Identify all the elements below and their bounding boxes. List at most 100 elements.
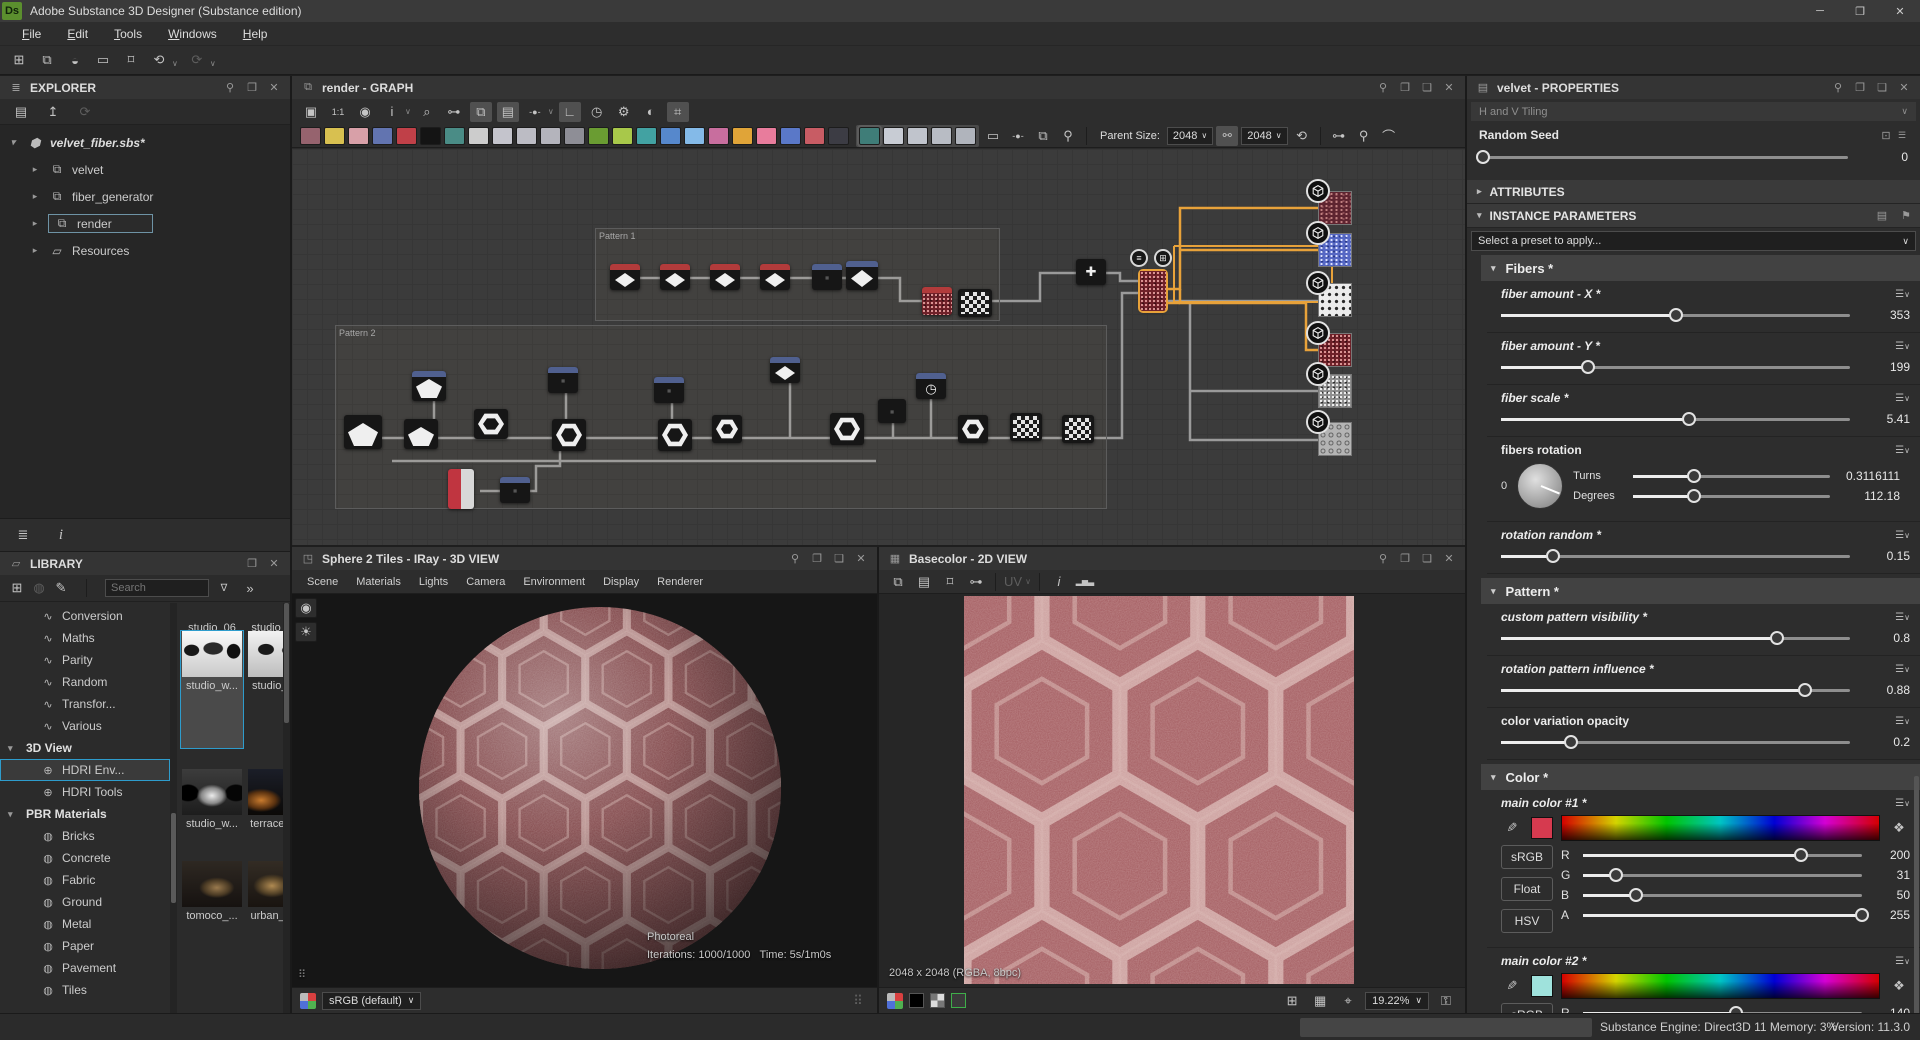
copy-icon[interactable]: ⧉ (887, 572, 909, 592)
dot-node-icon[interactable]: -●- (1007, 126, 1029, 146)
rotation-dial[interactable] (1517, 463, 1563, 509)
subgraph-icon[interactable]: ⧉ (1032, 126, 1054, 146)
reset-size-icon[interactable]: ⟲ (1291, 126, 1313, 146)
color-swatch[interactable] (1531, 975, 1553, 997)
graph-node-redbar[interactable] (448, 469, 474, 509)
export-icon[interactable]: ⌑ (939, 572, 961, 592)
atomic-node-button-7[interactable] (468, 127, 489, 145)
graph-node-clock[interactable]: ◷ (916, 373, 946, 399)
slider-knob[interactable] (1682, 412, 1696, 426)
eyedropper-icon[interactable]: ✎ (1501, 976, 1523, 996)
wire[interactable] (1162, 208, 1318, 289)
mode-button-srgb[interactable]: sRGB (1501, 845, 1553, 869)
library-category-Ground[interactable]: ◍Ground (0, 891, 170, 913)
library-category-Parity[interactable]: ∿Parity (0, 649, 170, 671)
view3d-menu-materials[interactable]: Materials (349, 574, 408, 590)
elbow-wire-icon[interactable]: ∟ (559, 102, 581, 122)
library-item[interactable]: studio_w... (181, 631, 243, 748)
histogram-icon[interactable]: ▂▅▃ (1074, 572, 1096, 592)
open-folder-icon[interactable]: ▭ (92, 50, 114, 70)
pin-icon[interactable]: ⚲ (1375, 552, 1391, 565)
atomic-node-button-17[interactable] (708, 127, 729, 145)
info-icon[interactable]: i (1048, 572, 1070, 592)
node-grid-toggle[interactable]: ⊞ (1154, 249, 1172, 267)
parameter-slider[interactable] (1501, 637, 1850, 640)
link-size-icon[interactable]: ⚯ (1216, 126, 1238, 146)
wire[interactable] (1190, 301, 1318, 440)
export-package-icon[interactable]: ↥ (42, 102, 64, 122)
dock-icon[interactable]: ❐ (1852, 81, 1868, 94)
preset-flag-icon[interactable]: ⚑ (1898, 209, 1914, 222)
dock-icon[interactable]: ❐ (1397, 552, 1413, 565)
graph-node-checker[interactable] (1010, 413, 1042, 441)
resize-grip-icon[interactable]: ⠿ (847, 991, 869, 1011)
library-category-Tiles[interactable]: ◍Tiles (0, 979, 170, 1001)
library-category-Maths[interactable]: ∿Maths (0, 627, 170, 649)
chevron-icon[interactable]: ▾ (6, 137, 20, 148)
center-icon[interactable]: ⌖ (1337, 991, 1359, 1011)
output-node-1[interactable] (1318, 233, 1352, 267)
dice-icon[interactable]: ⊡ (1878, 129, 1894, 142)
pin-icon[interactable]: ⚲ (1375, 81, 1391, 94)
mode-button-float[interactable]: Float (1501, 877, 1553, 901)
material-preview-icon[interactable]: ◐ (640, 102, 662, 122)
pin-icon[interactable]: ⚲ (1830, 81, 1846, 94)
library-category-Bricks[interactable]: ◍Bricks (0, 825, 170, 847)
slider-knob[interactable] (1669, 308, 1683, 322)
atomic-node-button-4[interactable] (396, 127, 417, 145)
slider-knob[interactable] (1629, 888, 1643, 902)
library-category-3DView[interactable]: ▾3D View (0, 737, 170, 759)
slider-knob[interactable] (1794, 848, 1808, 862)
graph-node-diamond[interactable] (770, 357, 800, 383)
graph-node-hexring[interactable] (658, 419, 692, 451)
atomic-node-button-9[interactable] (516, 127, 537, 145)
graph-node-hexring[interactable] (552, 419, 586, 451)
tree-item-velvetfibersbs[interactable]: ▾⬢velvet_fiber.sbs* (6, 129, 290, 156)
dock-icon[interactable]: ❐ (1397, 81, 1413, 94)
library-category-HDRITools[interactable]: ⊕HDRI Tools (0, 781, 170, 803)
atomic-node-button-14[interactable] (636, 127, 657, 145)
outline-tree-icon[interactable]: ≣ (12, 525, 34, 545)
view2d-canvas[interactable]: 2048 x 2048 (RGBA, 8bpc) (879, 594, 1465, 987)
atomic-node-button-16[interactable] (684, 127, 705, 145)
atomic-node-button-22[interactable] (828, 127, 849, 145)
graph-node-dark[interactable]: ▪ (548, 367, 578, 393)
library-category-HDRIEnv[interactable]: ⊕HDRI Env... (0, 759, 170, 781)
grid-icon[interactable]: ⊞ (1281, 991, 1303, 1011)
slider-knob[interactable] (1687, 489, 1701, 503)
param-menu-icon[interactable]: ☰∨ (1895, 445, 1910, 456)
node-view-toggle[interactable]: ≡ (1130, 249, 1148, 267)
parameter-slider[interactable] (1501, 418, 1850, 421)
dock-icon[interactable]: ❐ (244, 81, 260, 94)
graph-node-dark[interactable]: ▪ (500, 477, 530, 503)
atomic-node-button-11[interactable] (564, 127, 585, 145)
graph-node-hexring[interactable] (830, 413, 864, 445)
graph-node-hexring[interactable] (474, 409, 508, 439)
channel-slider[interactable] (1583, 874, 1862, 877)
graph-node-rednoise[interactable] (1140, 271, 1166, 311)
graph-node-diamond[interactable] (610, 264, 640, 290)
chevron-icon[interactable]: ▸ (28, 191, 42, 202)
library-category-Metal[interactable]: ◍Metal (0, 913, 170, 935)
param-menu-icon[interactable]: ☰∨ (1895, 798, 1910, 809)
output-node-2[interactable] (1318, 283, 1352, 317)
graph-node-diamond[interactable] (846, 261, 878, 290)
menu-help[interactable]: Help (231, 24, 280, 44)
generator-node-button-2[interactable] (907, 127, 928, 145)
atomic-node-button-20[interactable] (780, 127, 801, 145)
pin-icon[interactable]: ⚲ (787, 552, 803, 565)
param-menu-icon[interactable]: ☰∨ (1895, 612, 1910, 623)
comment-icon[interactable]: ▭ (982, 126, 1004, 146)
degrees-slider[interactable] (1633, 495, 1830, 498)
slider-knob[interactable] (1770, 631, 1784, 645)
atomic-node-button-10[interactable] (540, 127, 561, 145)
atomic-node-button-2[interactable] (348, 127, 369, 145)
eyedropper-icon[interactable]: ✎ (1501, 818, 1523, 838)
info-icon-caret[interactable]: ∨ (405, 107, 411, 116)
close-icon[interactable]: ✕ (266, 81, 282, 94)
graph-node-rednoise[interactable] (922, 287, 952, 315)
layers-icon[interactable]: ▤ (497, 102, 519, 122)
info-icon[interactable]: i (381, 102, 403, 122)
chevron-icon[interactable]: ▸ (28, 245, 42, 256)
tools-icon[interactable]: ⚙ (613, 102, 635, 122)
